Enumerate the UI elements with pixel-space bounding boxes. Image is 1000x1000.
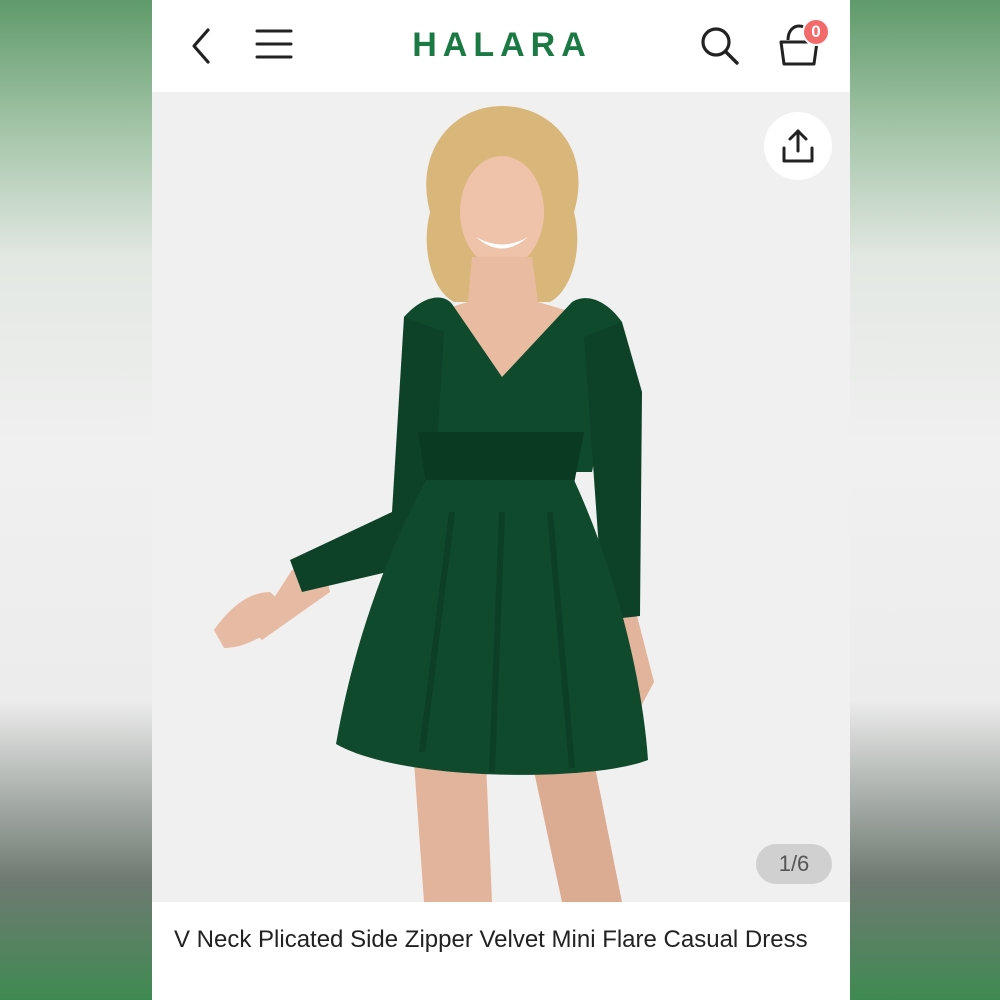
blurred-background-left [0,0,152,1000]
app-screen: HALARA 0 1/6 V Neck Plicated Side Zipper… [152,0,850,1000]
share-button[interactable] [764,112,832,180]
hamburger-menu-icon[interactable] [254,26,294,62]
product-title: V Neck Plicated Side Zipper Velvet Mini … [174,926,808,953]
search-icon[interactable] [698,24,740,66]
product-image-gallery[interactable]: 1/6 [152,92,850,902]
product-photo [152,92,850,902]
cart-count-badge: 0 [802,18,830,46]
top-navigation-bar: HALARA 0 [152,0,850,92]
image-counter: 1/6 [756,844,832,884]
brand-logo[interactable]: HALARA [377,22,627,68]
product-info: V Neck Plicated Side Zipper Velvet Mini … [152,902,850,1000]
share-icon [782,129,814,163]
blurred-background-right [848,0,1000,1000]
chevron-left-icon[interactable] [188,26,216,66]
